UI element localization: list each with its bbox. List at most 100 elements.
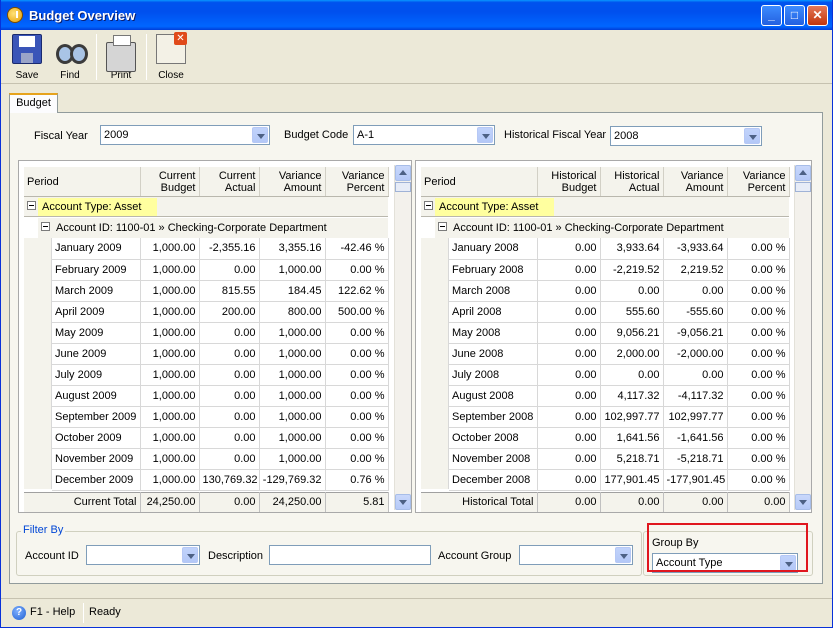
cell-historical-actual[interactable]: 1,641.56: [600, 427, 664, 449]
cell-current-actual[interactable]: 0.00: [199, 406, 260, 428]
cell-historical-actual[interactable]: 4,117.32: [600, 385, 664, 407]
cell-historical-budget[interactable]: 0.00: [537, 427, 601, 449]
cell-period[interactable]: April 2009: [52, 301, 141, 323]
cell-period[interactable]: November 2008: [449, 448, 538, 470]
cell-current-budget[interactable]: 1,000.00: [140, 406, 200, 428]
subgroup-row-account-id[interactable]: Account ID: 1100-01 » Checking-Corporate…: [435, 218, 789, 238]
budget-code-combo[interactable]: A-1: [353, 125, 495, 145]
cell-current-actual[interactable]: 0.00: [199, 385, 260, 407]
table-row[interactable]: August 2008 0.00 4,117.32 -4,117.32 0.00 %: [449, 385, 790, 407]
cell-current-budget[interactable]: 1,000.00: [140, 343, 200, 365]
cell-period[interactable]: August 2009: [52, 385, 141, 407]
cell-period[interactable]: July 2008: [449, 364, 538, 386]
cell-period[interactable]: November 2009: [52, 448, 141, 470]
group-row-account-type[interactable]: Account Type: Asset: [24, 197, 388, 217]
table-row[interactable]: October 2008 0.00 1,641.56 -1,641.56 0.00 %: [449, 427, 790, 449]
cell-period[interactable]: July 2009: [52, 364, 141, 386]
account-id-combo[interactable]: [86, 545, 200, 565]
cell-variance-amount[interactable]: 1,000.00: [259, 427, 326, 449]
subgroup-row-account-id[interactable]: Account ID: 1100-01 » Checking-Corporate…: [38, 218, 388, 238]
table-row[interactable]: December 2009 1,000.00 130,769.32 -129,769.…: [52, 469, 389, 491]
cell-historical-actual[interactable]: 9,056.21: [600, 322, 664, 344]
cell-historical-budget[interactable]: 0.00: [537, 259, 601, 281]
cell-current-actual[interactable]: 200.00: [199, 301, 260, 323]
table-row[interactable]: November 2009 1,000.00 0.00 1,000.00 0.00 %: [52, 448, 389, 470]
cell-historical-budget[interactable]: 0.00: [537, 469, 601, 491]
cell-variance-percent[interactable]: 122.62 %: [325, 280, 389, 302]
table-row[interactable]: November 2008 0.00 5,218.71 -5,218.71 0.00 %: [449, 448, 790, 470]
table-row[interactable]: May 2008 0.00 9,056.21 -9,056.21 0.00 %: [449, 322, 790, 344]
historical-fiscal-year-combo[interactable]: 2008: [610, 126, 762, 146]
cell-historical-budget[interactable]: 0.00: [537, 364, 601, 386]
cell-period[interactable]: March 2009: [52, 280, 141, 302]
scroll-down-icon[interactable]: [795, 494, 811, 510]
cell-period[interactable]: August 2008: [449, 385, 538, 407]
cell-historical-actual[interactable]: -2,219.52: [600, 259, 664, 281]
cell-variance-percent[interactable]: -42.46 %: [325, 238, 389, 260]
chevron-down-icon[interactable]: [252, 127, 268, 143]
cell-variance-percent[interactable]: 0.00 %: [727, 364, 790, 386]
chevron-down-icon[interactable]: [615, 547, 631, 563]
collapse-icon[interactable]: [27, 201, 36, 210]
cell-current-budget[interactable]: 1,000.00: [140, 238, 200, 260]
table-row[interactable]: March 2009 1,000.00 815.55 184.45 122.62 %: [52, 280, 389, 302]
collapse-icon[interactable]: [424, 201, 433, 210]
chevron-down-icon[interactable]: [182, 547, 198, 563]
table-row[interactable]: October 2009 1,000.00 0.00 1,000.00 0.00 %: [52, 427, 389, 449]
cell-period[interactable]: September 2009: [52, 406, 141, 428]
column-chooser-icon[interactable]: [395, 182, 411, 192]
cell-variance-percent[interactable]: 0.00 %: [727, 238, 790, 260]
table-row[interactable]: June 2009 1,000.00 0.00 1,000.00 0.00 %: [52, 343, 389, 365]
cell-variance-percent[interactable]: 0.00 %: [727, 301, 790, 323]
fiscal-year-combo[interactable]: 2009: [100, 125, 270, 145]
table-row[interactable]: April 2009 1,000.00 200.00 800.00 500.00 %: [52, 301, 389, 323]
cell-variance-percent[interactable]: 0.00 %: [325, 448, 389, 470]
collapse-icon[interactable]: [438, 222, 447, 231]
cell-period[interactable]: September 2008: [449, 406, 538, 428]
table-row[interactable]: June 2008 0.00 2,000.00 -2,000.00 0.00 %: [449, 343, 790, 365]
cell-current-actual[interactable]: 130,769.32: [199, 469, 260, 491]
description-input[interactable]: [269, 545, 431, 565]
cell-variance-percent[interactable]: 0.00 %: [325, 427, 389, 449]
cell-current-budget[interactable]: 1,000.00: [140, 448, 200, 470]
title-bar[interactable]: Budget Overview _ □ ✕: [1, 0, 832, 30]
table-row[interactable]: December 2008 0.00 177,901.45 -177,901.45 0.…: [449, 469, 790, 491]
cell-period[interactable]: June 2009: [52, 343, 141, 365]
chevron-down-icon[interactable]: [744, 128, 760, 144]
cell-historical-budget[interactable]: 0.00: [537, 448, 601, 470]
minimize-button[interactable]: _: [761, 5, 782, 26]
cell-variance-percent[interactable]: 0.00 %: [727, 280, 790, 302]
print-button[interactable]: Print: [101, 32, 141, 82]
close-button[interactable]: Close: [151, 32, 191, 82]
cell-variance-percent[interactable]: 0.00 %: [325, 322, 389, 344]
column-header-current-budget[interactable]: Current Budget: [140, 167, 200, 197]
cell-historical-actual[interactable]: 0.00: [600, 280, 664, 302]
cell-variance-amount[interactable]: 184.45: [259, 280, 326, 302]
cell-variance-percent[interactable]: 0.00 %: [727, 427, 790, 449]
cell-current-budget[interactable]: 1,000.00: [140, 427, 200, 449]
table-row[interactable]: July 2008 0.00 0.00 0.00 0.00 %: [449, 364, 790, 386]
cell-period[interactable]: January 2008: [449, 238, 538, 260]
cell-current-budget[interactable]: 1,000.00: [140, 469, 200, 491]
cell-current-budget[interactable]: 1,000.00: [140, 385, 200, 407]
save-button[interactable]: Save: [7, 32, 47, 82]
cell-current-actual[interactable]: 0.00: [199, 427, 260, 449]
cell-current-actual[interactable]: 0.00: [199, 322, 260, 344]
cell-historical-actual[interactable]: 0.00: [600, 364, 664, 386]
cell-period[interactable]: December 2008: [449, 469, 538, 491]
cell-current-actual[interactable]: 0.00: [199, 259, 260, 281]
cell-variance-percent[interactable]: 0.00 %: [727, 406, 790, 428]
cell-historical-budget[interactable]: 0.00: [537, 280, 601, 302]
column-chooser-icon[interactable]: [795, 182, 811, 192]
table-row[interactable]: July 2009 1,000.00 0.00 1,000.00 0.00 %: [52, 364, 389, 386]
cell-historical-actual[interactable]: 177,901.45: [600, 469, 664, 491]
cell-period[interactable]: April 2008: [449, 301, 538, 323]
cell-current-actual[interactable]: -2,355.16: [199, 238, 260, 260]
cell-variance-percent[interactable]: 0.00 %: [325, 385, 389, 407]
cell-variance-amount[interactable]: 1,000.00: [259, 448, 326, 470]
close-window-button[interactable]: ✕: [807, 5, 828, 26]
table-row[interactable]: March 2008 0.00 0.00 0.00 0.00 %: [449, 280, 790, 302]
column-header-variance-amount[interactable]: Variance Amount: [663, 167, 728, 197]
cell-historical-actual[interactable]: 3,933.64: [600, 238, 664, 260]
maximize-button[interactable]: □: [784, 5, 805, 26]
